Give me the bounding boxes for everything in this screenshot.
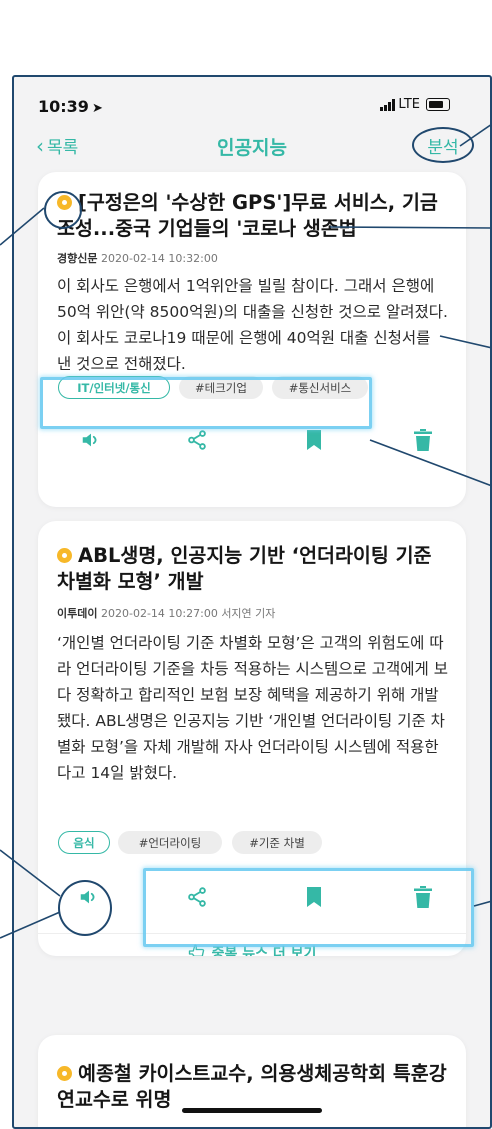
article-headline[interactable]: 예종철 카이스트교수, 의용생체공학회 특훈강연교수로 위명	[57, 1061, 452, 1113]
article-source: 이투데이	[57, 607, 98, 620]
bullet-icon	[57, 548, 72, 563]
article-meta: 경향신문 2020-02-14 10:32:00	[57, 250, 218, 266]
actions-highlight	[143, 868, 474, 947]
speaker-icon[interactable]	[77, 426, 105, 454]
news-card[interactable]: 예종철 카이스트교수, 의용생체공학회 특훈강연교수로 위명	[38, 1035, 466, 1127]
article-title: [구정은의 '수상한 GPS']무료 서비스, 기금 조성...중국 기업들의 …	[57, 191, 438, 240]
status-time: 10:39 ➤	[38, 97, 103, 116]
article-datetime: 2020-02-14 10:32:00	[100, 252, 218, 265]
status-indicators: LTE	[380, 97, 450, 112]
article-title: 예종철 카이스트교수, 의용생체공학회 특훈강연교수로 위명	[57, 1062, 447, 1111]
article-meta: 이투데이 2020-02-14 10:27:00 서지연 기자	[57, 605, 275, 621]
trash-icon[interactable]	[409, 426, 437, 454]
nav-bar: ‹ 목록 인공지능 분석	[14, 127, 490, 167]
signal-bars-icon	[380, 98, 396, 111]
bullet-icon	[57, 1066, 72, 1081]
share-icon[interactable]	[183, 426, 211, 454]
article-summary: ‘개인별 언더라이팅 기준 차별화 모형’은 고객의 위험도에 따라 언더라이팅…	[57, 634, 448, 782]
bookmark-icon[interactable]	[300, 426, 328, 454]
analyze-label: 분석	[427, 137, 459, 158]
battery-icon	[426, 98, 450, 111]
status-time-text: 10:39	[38, 97, 89, 116]
bullet-callout-ring	[44, 191, 82, 229]
analyze-button[interactable]: 분석	[412, 127, 474, 163]
tags-highlight	[40, 377, 372, 429]
speaker-callout-ring	[58, 880, 112, 936]
article-author: 서지연 기자	[221, 607, 276, 620]
article-headline[interactable]: ABL생명, 인공지능 기반 ‘언더라이팅 기준 차별화 모형’ 개발	[57, 543, 452, 595]
hashtag-chip[interactable]: #언더라이팅	[118, 831, 222, 854]
article-headline[interactable]: [구정은의 '수상한 GPS']무료 서비스, 기금 조성...중국 기업들의 …	[57, 190, 452, 242]
hashtag-chip[interactable]: #기준 차별	[232, 831, 322, 854]
location-arrow-icon: ➤	[91, 101, 103, 116]
status-bar: 10:39 ➤ LTE	[14, 77, 490, 127]
news-card[interactable]: [구정은의 '수상한 GPS']무료 서비스, 기금 조성...중국 기업들의 …	[38, 172, 466, 507]
article-title: ABL생명, 인공지능 기반 ‘언더라이팅 기준 차별화 모형’ 개발	[57, 544, 432, 593]
home-indicator	[182, 1108, 322, 1113]
article-datetime: 2020-02-14 10:27:00	[100, 607, 218, 620]
article-summary: 이 회사도 은행에서 1억위안을 빌릴 참이다. 그래서 은행에 50억 위안(…	[57, 277, 448, 373]
network-type: LTE	[398, 97, 420, 112]
category-tag[interactable]: 음식	[58, 831, 110, 854]
phone-screen: 10:39 ➤ LTE ‹ 목록 인공지능 분석 [구정은의 '수상한 GPS']…	[12, 75, 492, 1129]
article-source: 경향신문	[57, 252, 98, 265]
